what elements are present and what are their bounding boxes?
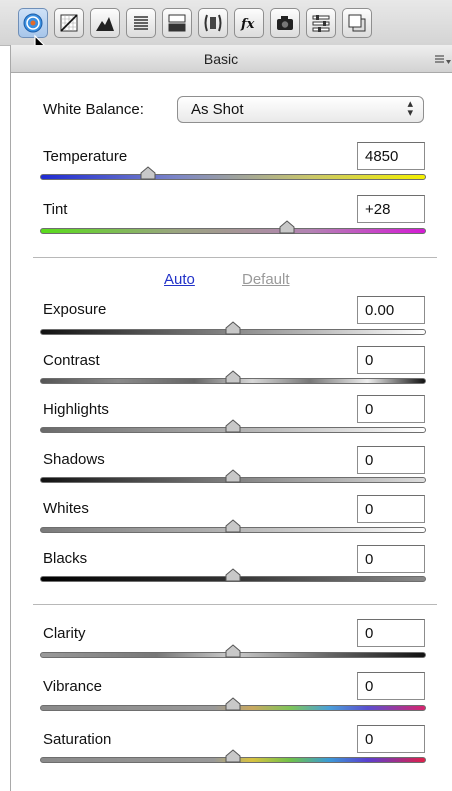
exposure-slider-thumb[interactable] bbox=[224, 321, 242, 335]
whites-field[interactable]: 0 bbox=[357, 495, 425, 523]
tint-slider-track[interactable] bbox=[40, 228, 426, 234]
contrast-label: Contrast bbox=[43, 352, 100, 369]
blacks-field[interactable]: 0 bbox=[357, 545, 425, 573]
tone-curve-tab[interactable] bbox=[54, 8, 84, 38]
vibrance-label: Vibrance bbox=[43, 678, 102, 695]
clarity-field[interactable]: 0 bbox=[357, 619, 425, 647]
blacks-label: Blacks bbox=[43, 550, 88, 567]
exposure-label: Exposure bbox=[43, 301, 107, 318]
saturation-label: Saturation bbox=[43, 731, 112, 748]
shadows-slider-thumb[interactable] bbox=[224, 469, 242, 483]
section-divider bbox=[33, 604, 437, 605]
panel-title: Basic bbox=[203, 51, 239, 67]
detail-icon bbox=[96, 17, 114, 31]
temperature-slider-thumb[interactable] bbox=[139, 166, 157, 180]
tint-field[interactable]: +28 bbox=[357, 195, 425, 223]
snapshots-tab[interactable] bbox=[342, 8, 372, 38]
lens-corrections-icon bbox=[204, 14, 222, 32]
highlights-label: Highlights bbox=[43, 401, 109, 418]
clarity-label: Clarity bbox=[43, 625, 86, 642]
vibrance-slider-thumb[interactable] bbox=[224, 697, 242, 711]
basic-icon bbox=[23, 13, 43, 33]
hsl-grayscale-tab[interactable] bbox=[126, 8, 156, 38]
white-balance-label: White Balance: bbox=[43, 101, 144, 118]
detail-tab[interactable] bbox=[90, 8, 120, 38]
temperature-label: Temperature bbox=[43, 148, 128, 165]
panel-frame bbox=[10, 73, 11, 791]
auto-link[interactable]: Auto bbox=[164, 271, 195, 288]
contrast-field[interactable]: 0 bbox=[357, 346, 425, 374]
split-toning-tab[interactable] bbox=[162, 8, 192, 38]
blacks-slider-thumb[interactable] bbox=[224, 568, 242, 582]
presets-icon bbox=[312, 15, 330, 32]
hsl-grayscale-icon bbox=[134, 16, 148, 30]
saturation-slider-thumb[interactable] bbox=[224, 749, 242, 763]
svg-text:fx: fx bbox=[240, 17, 255, 32]
panel-tabs-toolbar: fx bbox=[0, 0, 452, 46]
presets-tab[interactable] bbox=[306, 8, 336, 38]
select-arrows-icon: ▴ ▾ bbox=[407, 98, 413, 119]
camera-calibration-icon bbox=[277, 16, 293, 30]
shadows-field[interactable]: 0 bbox=[357, 446, 425, 474]
whites-label: Whites bbox=[43, 500, 89, 517]
highlights-field[interactable]: 0 bbox=[357, 395, 425, 423]
tint-label: Tint bbox=[43, 201, 68, 218]
temperature-slider-track[interactable] bbox=[40, 174, 426, 180]
tint-slider-thumb[interactable] bbox=[278, 220, 296, 234]
panel-menu-icon[interactable] bbox=[434, 55, 452, 65]
white-balance-value: As Shot bbox=[191, 101, 244, 118]
tone-curve-icon bbox=[60, 14, 78, 32]
whites-slider-thumb[interactable] bbox=[224, 519, 242, 533]
saturation-field[interactable]: 0 bbox=[357, 725, 425, 753]
vibrance-field[interactable]: 0 bbox=[357, 672, 425, 700]
contrast-slider-thumb[interactable] bbox=[224, 370, 242, 384]
default-link[interactable]: Default bbox=[242, 271, 290, 288]
split-toning-icon bbox=[168, 14, 186, 32]
highlights-slider-thumb[interactable] bbox=[224, 419, 242, 433]
section-divider bbox=[33, 257, 437, 258]
exposure-field[interactable]: 0.00 bbox=[357, 296, 425, 324]
camera-calibration-tab[interactable] bbox=[270, 8, 300, 38]
white-balance-select[interactable]: As Shot ▴ ▾ bbox=[177, 96, 424, 123]
shadows-label: Shadows bbox=[43, 451, 105, 468]
temperature-field[interactable]: 4850 bbox=[357, 142, 425, 170]
effects-icon: fx bbox=[240, 17, 255, 32]
clarity-slider-thumb[interactable] bbox=[224, 644, 242, 658]
panel-header: Basic bbox=[10, 45, 452, 73]
snapshots-icon bbox=[348, 14, 366, 32]
lens-corrections-tab[interactable] bbox=[198, 8, 228, 38]
effects-tab[interactable]: fx bbox=[234, 8, 264, 38]
